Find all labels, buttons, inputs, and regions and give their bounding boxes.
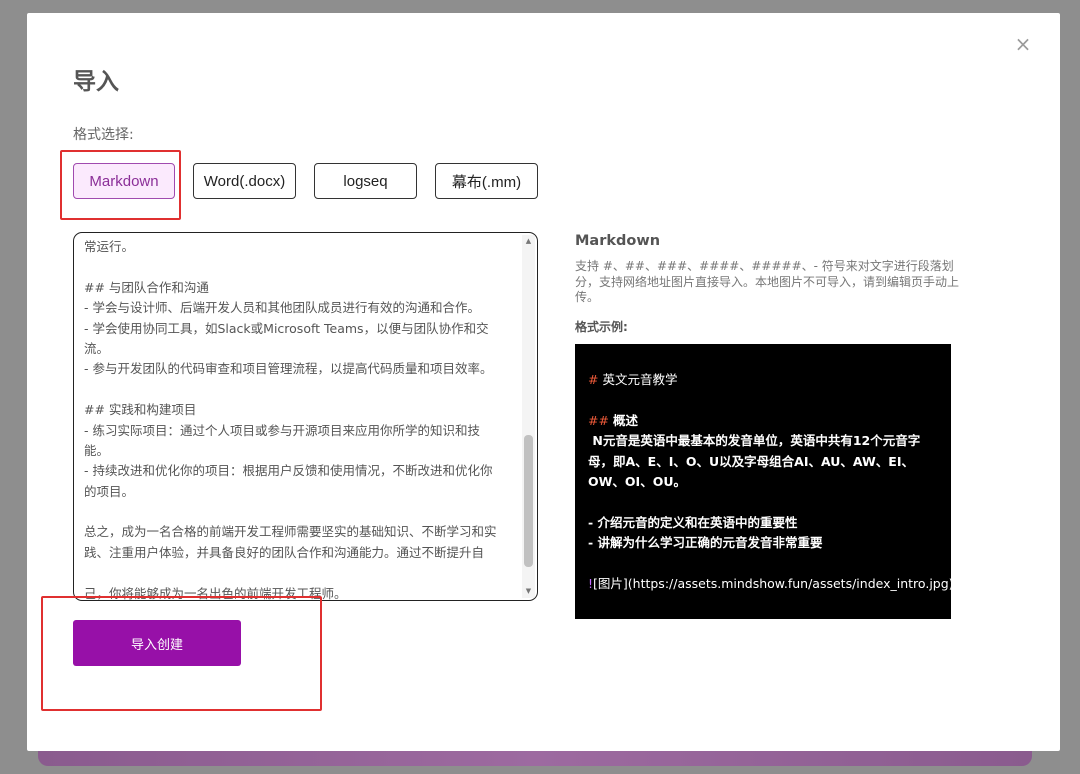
example-paragraph-line-1: N元音是英语中最基本的发音单位，英语中共有12个元音字 — [588, 433, 921, 449]
editor-content[interactable]: 常运行。 ## 与团队合作和沟通 - 学会与设计师、后端开发人员和其他团队成员进行有… — [84, 237, 514, 601]
scroll-up-icon[interactable]: ▲ — [524, 237, 533, 246]
editor-line: - 持续改进和优化你的项目：根据用户反馈和使用情况，不断改进和优化你 — [84, 463, 493, 479]
editor-scrollbar[interactable]: ▲ ▼ — [522, 235, 535, 598]
example-h2: ## 概述 — [588, 412, 638, 428]
format-example-box: # 英文元音教学 ## 概述 N元音是英语中最基本的发音单位，英语中共有12个元… — [575, 344, 954, 619]
editor-line: ## 与团队合作和沟通 — [84, 279, 209, 295]
example-paragraph-line-3: OW、OI、OU。 — [588, 473, 686, 489]
markdown-editor[interactable]: 常运行。 ## 与团队合作和沟通 - 学会与设计师、后端开发人员和其他团队成员进行有… — [73, 232, 538, 601]
editor-line: 己，你将能够成为一名出色的前端开发工程师。 — [84, 585, 347, 601]
close-icon[interactable]: × — [1013, 34, 1033, 54]
editor-line: - 练习实际项目：通过个人项目或参与开源项目来应用你所学的知识和技 — [84, 422, 480, 438]
editor-line: 践、注重用户体验，并具备良好的团队合作和沟通能力。通过不断提升自 — [84, 544, 485, 560]
editor-line: - 学会与设计师、后端开发人员和其他团队成员进行有效的沟通和合作。 — [84, 300, 480, 316]
example-bullet-2: - 讲解为什么学习正确的元音发音非常重要 — [588, 535, 823, 551]
format-markdown-button[interactable]: Markdown — [73, 163, 175, 199]
example-bullet-1: - 介绍元音的定义和在英语中的重要性 — [588, 514, 798, 530]
format-logseq-button[interactable]: logseq — [314, 163, 417, 199]
editor-line: 能。 — [84, 442, 110, 458]
import-create-button[interactable]: 导入创建 — [73, 620, 241, 666]
editor-line: ## 实践和构建项目 — [84, 402, 197, 418]
example-label: 格式示例: — [575, 320, 628, 334]
editor-line: 流。 — [84, 340, 110, 356]
scroll-thumb[interactable] — [524, 435, 533, 567]
example-paragraph-line-2: 母，即A、E、I、O、U以及字母组合AI、AU、AW、EI、 — [588, 453, 914, 469]
format-label: 格式选择: — [73, 127, 134, 143]
editor-line: 的项目。 — [84, 483, 135, 499]
editor-line: 总之，成为一名合格的前端开发工程师需要坚实的基础知识、不断学习和实 — [84, 524, 497, 540]
example-image-line: ![图片](https://assets.mindshow.fun/assets… — [588, 575, 954, 591]
format-info-description: 支持 #、##、###、####、#####、- 符号来对文字进行段落划分，支持… — [575, 259, 960, 304]
editor-line: - 学会使用协同工具，如Slack或Microsoft Teams，以便与团队协… — [84, 320, 489, 336]
format-mubu-button[interactable]: 幕布(.mm) — [435, 163, 538, 199]
scroll-down-icon[interactable]: ▼ — [524, 587, 533, 596]
format-word-button[interactable]: Word(.docx) — [193, 163, 296, 199]
example-h1: # 英文元音教学 — [588, 372, 678, 387]
dialog-title: 导入 — [73, 69, 119, 95]
format-info-title: Markdown — [575, 233, 661, 249]
editor-line: 常运行。 — [84, 239, 135, 254]
editor-line: - 参与开发团队的代码审查和项目管理流程，以提高代码质量和项目效率。 — [84, 361, 493, 377]
